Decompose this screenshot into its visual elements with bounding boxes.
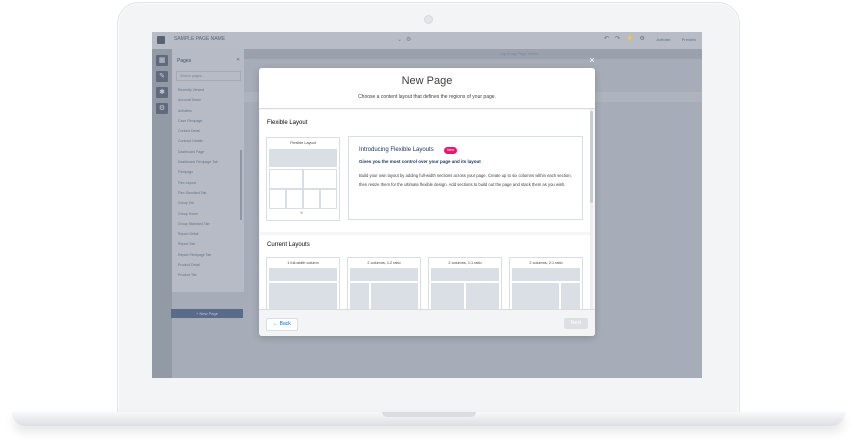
layout-region xyxy=(303,189,320,209)
settings-rail-button[interactable]: ⚙ xyxy=(156,103,168,114)
layout-region xyxy=(269,149,337,167)
flexible-layout-intro: Introducing Flexible Layouts New Gives y… xyxy=(348,136,583,220)
list-item[interactable]: Activities xyxy=(178,106,238,116)
grid-icon: ▦ xyxy=(158,57,166,64)
gear-icon: ⚙ xyxy=(158,105,166,112)
close-icon[interactable]: ✕ xyxy=(236,57,240,63)
search-input[interactable]: Search pages... xyxy=(176,71,241,81)
laptop-notch xyxy=(382,412,476,417)
scrollbar-thumb[interactable] xyxy=(590,111,593,203)
left-rail: ▦ ✎ ✱ ⚙ xyxy=(152,49,172,378)
redo-icon[interactable]: ↷ xyxy=(615,36,626,42)
layout-region xyxy=(269,189,286,209)
list-item[interactable]: Dashboard Flexipage Tab xyxy=(178,157,238,167)
new-page-modal: New Page Choose a content layout that de… xyxy=(259,68,595,336)
list-item[interactable]: Report Tab xyxy=(178,239,238,249)
close-icon[interactable]: × xyxy=(588,56,596,65)
tools-icon: ✱ xyxy=(159,89,165,96)
modal-scrollbar[interactable] xyxy=(590,109,593,309)
lightning-icon[interactable]: ⚡ xyxy=(626,36,639,42)
list-item[interactable]: Account Detail xyxy=(178,95,238,105)
list-item[interactable]: Report Flexipage Tab xyxy=(178,250,238,260)
flexible-layout-section: Flexible Layout Flexible Layout ⊕ Introd… xyxy=(260,110,590,232)
layout-region xyxy=(269,268,337,281)
activate-button[interactable]: Activate xyxy=(656,37,670,42)
intro-subtitle: Gives you the most control over your pag… xyxy=(359,159,481,164)
intro-text: Build your own layout by adding full-wid… xyxy=(359,173,572,187)
layout-region xyxy=(303,169,337,189)
layout-region xyxy=(269,169,303,189)
list-item[interactable]: Group Tab xyxy=(178,198,238,208)
header-tools: ⌄⚙ xyxy=(397,36,415,43)
modal-subtitle: Choose a content layout that defines the… xyxy=(358,94,496,100)
list-item[interactable]: Group Standard Tab xyxy=(178,219,238,229)
pages-panel: Pages ✕ Search pages... Recently Viewed … xyxy=(172,49,244,292)
header-right-tools: ↶↷⚡⚙ xyxy=(604,35,651,42)
thumbnail-label: 2 columns, 2:1 ratio xyxy=(529,261,563,265)
layout-region xyxy=(431,268,499,281)
back-button[interactable]: ← Back xyxy=(266,318,298,331)
layout-option-1[interactable]: 1 full-width column xyxy=(266,257,340,315)
undo-icon[interactable]: ↶ xyxy=(604,36,615,42)
list-item[interactable]: Dashboard Page xyxy=(178,147,238,157)
pages-list: Recently Viewed Account Detail Activitie… xyxy=(178,85,238,281)
panel-title: Pages xyxy=(177,58,192,64)
layout-option-2[interactable]: 2 columns, 1:2 ratio xyxy=(347,257,421,315)
list-item[interactable]: Flex Layout xyxy=(178,178,238,188)
pages-rail-button[interactable]: ▦ xyxy=(156,55,168,66)
modal-footer: ← Back Next xyxy=(259,309,595,336)
layout-option-4[interactable]: 2 columns, 2:1 ratio xyxy=(509,257,583,315)
layout-region xyxy=(286,189,303,209)
edit-rail-button[interactable]: ✎ xyxy=(156,71,168,82)
preview-button[interactable]: Preview xyxy=(682,37,696,42)
list-item[interactable]: Contract Details xyxy=(178,136,238,146)
list-item[interactable]: Report Detail xyxy=(178,229,238,239)
list-item[interactable]: Recently Viewed xyxy=(178,85,238,95)
canvas-header: Lightning Page Name xyxy=(244,49,702,59)
section-heading: Current Layouts xyxy=(267,242,310,248)
list-item[interactable]: Product Detail xyxy=(178,260,238,270)
list-item[interactable]: Group Home xyxy=(178,209,238,219)
list-item[interactable]: Contact Detail xyxy=(178,126,238,136)
current-layouts-section: Current Layouts 1 full-width column 2 co… xyxy=(260,235,590,315)
layout-region xyxy=(320,189,337,209)
add-section-icon: ⊕ xyxy=(300,210,304,215)
new-badge: New xyxy=(444,147,458,154)
list-item[interactable]: Flexipage xyxy=(178,167,238,177)
chevron-down-icon[interactable]: ⌄ xyxy=(397,37,406,43)
list-item[interactable]: Product Tab xyxy=(178,270,238,280)
layout-region xyxy=(512,268,580,281)
intro-title: Introducing Flexible Layouts xyxy=(359,147,434,153)
back-label: Back xyxy=(279,321,291,327)
menu-icon[interactable] xyxy=(157,36,165,44)
new-page-button[interactable]: + New Page xyxy=(171,309,243,318)
section-heading: Flexible Layout xyxy=(267,120,308,126)
list-item[interactable]: Flex Standard Tab xyxy=(178,188,238,198)
panel-scrollbar[interactable] xyxy=(240,150,242,220)
thumbnail-label: 2 columns, 1:1 ratio xyxy=(448,261,482,265)
app-header: SAMPLE PAGE NAME ⌄⚙ ↶↷⚡⚙ Activate Previe… xyxy=(152,32,702,49)
thumbnail-label: 2 columns, 1:2 ratio xyxy=(367,261,401,265)
header-actions: Activate Preview xyxy=(646,37,696,42)
layout-option-3[interactable]: 2 columns, 1:1 ratio xyxy=(428,257,502,315)
layout-region xyxy=(350,268,418,281)
modal-title: New Page xyxy=(401,75,453,87)
page-name: SAMPLE PAGE NAME xyxy=(174,36,226,42)
tools-rail-button[interactable]: ✱ xyxy=(156,87,168,98)
canvas-label: Lightning Page Name xyxy=(500,51,539,56)
list-item[interactable]: Case Flexipage xyxy=(178,116,238,126)
camera-dot xyxy=(424,15,433,24)
flexible-layout-thumbnail[interactable]: Flexible Layout ⊕ xyxy=(266,137,340,221)
arrow-left-icon: ← xyxy=(273,321,279,327)
modal-body: Flexible Layout Flexible Layout ⊕ Introd… xyxy=(259,109,595,315)
gear-icon[interactable]: ⚙ xyxy=(406,37,415,43)
pencil-icon: ✎ xyxy=(159,73,165,80)
thumbnail-label: 1 full-width column xyxy=(287,261,319,265)
modal-header: New Page Choose a content layout that de… xyxy=(259,68,595,109)
thumbnail-label: Flexible Layout xyxy=(290,141,316,145)
next-button[interactable]: Next xyxy=(564,318,588,329)
